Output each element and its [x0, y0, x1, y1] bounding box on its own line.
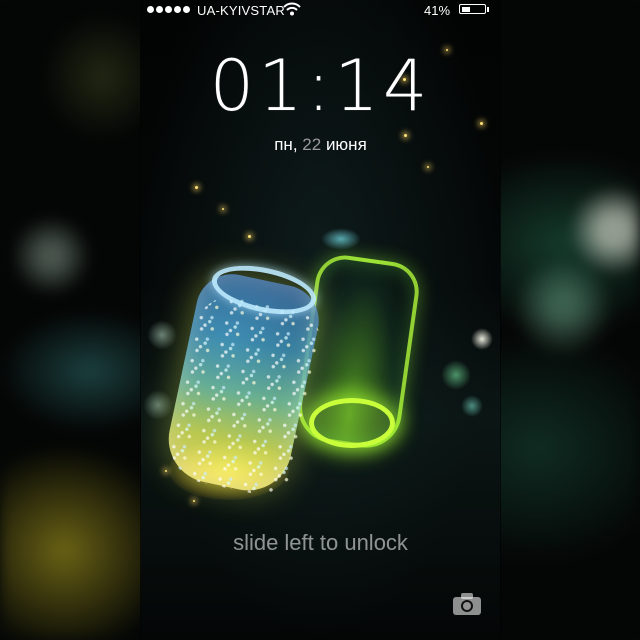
- date-day: 22: [302, 135, 322, 154]
- battery-icon: [459, 4, 486, 14]
- glowing-jar-back-base: [309, 398, 395, 448]
- status-bar: UA-KYIVSTAR 41%: [141, 0, 500, 20]
- battery-percentage: 41%: [424, 3, 451, 18]
- date-month: июня: [325, 135, 367, 154]
- carrier-name: UA-KYIVSTAR: [197, 3, 285, 18]
- battery-tip: [487, 7, 489, 12]
- camera-icon[interactable]: [452, 592, 482, 616]
- jar-sparkles: [162, 288, 330, 502]
- lock-screen-clock: 01:14: [209, 45, 432, 127]
- lock-screen: UA-KYIVSTAR 41% 01:14 пн, 22 июня slide …: [141, 0, 500, 640]
- lock-screen-date: пн, 22 июня: [141, 135, 500, 155]
- slide-to-unlock[interactable]: slide left to unlock: [141, 530, 500, 556]
- date-weekday: пн,: [274, 135, 298, 154]
- wifi-icon: [283, 2, 301, 19]
- signal-strength-icon: [147, 6, 190, 13]
